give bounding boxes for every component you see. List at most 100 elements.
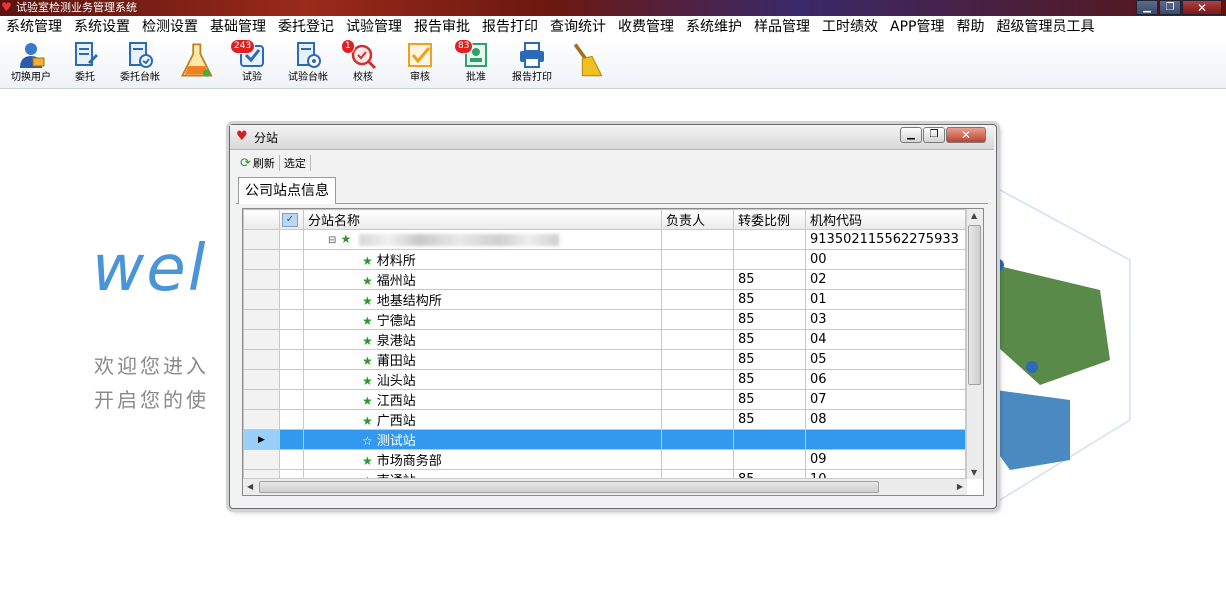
row-ratio bbox=[733, 249, 806, 270]
table-row-root[interactable]: ⊟ ★ 913502115562275933 bbox=[243, 229, 966, 250]
row-name: 泉港站 bbox=[376, 334, 416, 349]
scroll-left-icon[interactable]: ◀ bbox=[247, 482, 253, 491]
row-code: 08 bbox=[805, 409, 966, 430]
dialog-close-button[interactable]: ✕ bbox=[946, 127, 986, 143]
header-checkbox[interactable]: ✓ bbox=[279, 209, 304, 230]
review-button[interactable]: 审核 bbox=[400, 40, 440, 86]
table-row-selected[interactable]: ▶ ☆ 测试站 bbox=[243, 429, 966, 450]
close-button[interactable]: ✕ bbox=[1182, 0, 1222, 15]
menu-item-app-management[interactable]: APP管理 bbox=[884, 16, 950, 38]
switch-user-button[interactable]: 切换用户 bbox=[4, 40, 58, 86]
menu-item-report-approval[interactable]: 报告审批 bbox=[408, 16, 476, 38]
table-row[interactable]: ★ 福州站 85 02 bbox=[243, 269, 966, 290]
approve-label: 批准 bbox=[466, 72, 486, 83]
horizontal-scrollbar[interactable]: ◀ ▶ bbox=[243, 478, 967, 495]
menu-item-basic-management[interactable]: 基础管理 bbox=[204, 16, 272, 38]
row-person bbox=[661, 429, 734, 450]
menu-item-sample-management[interactable]: 样品管理 bbox=[748, 16, 816, 38]
test-ledger-label: 试验台帐 bbox=[288, 72, 328, 83]
menu-item-testing-settings[interactable]: 检测设置 bbox=[136, 16, 204, 38]
row-code: 07 bbox=[805, 389, 966, 410]
test-button[interactable]: 243 试验 bbox=[230, 39, 272, 86]
refresh-icon: ⟳ bbox=[240, 155, 251, 171]
collapse-icon[interactable]: ⊟ bbox=[328, 235, 336, 246]
refresh-button[interactable]: ⟳ 刷新 bbox=[236, 155, 280, 171]
proofread-button[interactable]: 1 校核 bbox=[341, 39, 382, 86]
row-name: 测试站 bbox=[376, 434, 416, 449]
vertical-scroll-thumb[interactable] bbox=[968, 225, 981, 385]
flask-icon bbox=[180, 43, 213, 77]
table-row[interactable]: ★ 江西站 85 07 bbox=[243, 389, 966, 410]
test-badge: 243 bbox=[230, 39, 256, 54]
row-name: 市场商务部 bbox=[376, 454, 442, 469]
minimize-button[interactable]: ▁ bbox=[1136, 0, 1158, 15]
menu-item-help[interactable]: 帮助 bbox=[950, 16, 990, 38]
menu-item-system-maintenance[interactable]: 系统维护 bbox=[680, 16, 748, 38]
window-controls: ▁ ❐ ✕ bbox=[1136, 0, 1222, 15]
document-edit-icon bbox=[75, 42, 98, 66]
row-name: 宁德站 bbox=[376, 314, 416, 329]
menu-item-commission-registration[interactable]: 委托登记 bbox=[272, 16, 340, 38]
row-person bbox=[661, 409, 734, 430]
column-header-ratio[interactable]: 转委比例 bbox=[733, 209, 806, 230]
menu-item-test-management[interactable]: 试验管理 bbox=[340, 16, 408, 38]
table-row[interactable]: ★ 宁德站 85 03 bbox=[243, 309, 966, 330]
menu-item-report-print[interactable]: 报告打印 bbox=[476, 16, 544, 38]
review-check-icon bbox=[408, 43, 432, 67]
commission-button[interactable]: 委托 bbox=[66, 40, 104, 86]
column-header-code[interactable]: 机构代码 bbox=[805, 209, 966, 230]
row-ratio: 85 bbox=[733, 369, 806, 390]
table-row[interactable]: ★ 泉港站 85 04 bbox=[243, 329, 966, 350]
row-person bbox=[661, 289, 734, 310]
row-ratio: 85 bbox=[733, 309, 806, 330]
star-icon: ★ bbox=[362, 274, 373, 288]
column-header-person[interactable]: 负责人 bbox=[661, 209, 734, 230]
heart-icon: ♥ bbox=[1, 0, 12, 14]
menu-item-query-statistics[interactable]: 查询统计 bbox=[544, 16, 612, 38]
row-pointer-icon: ▶ bbox=[243, 429, 280, 450]
scroll-right-icon[interactable]: ▶ bbox=[957, 482, 963, 491]
vertical-scrollbar[interactable]: ▲ ▼ bbox=[966, 209, 983, 479]
row-code: 03 bbox=[805, 309, 966, 330]
tab-company-sites[interactable]: 公司站点信息 bbox=[238, 177, 336, 204]
scroll-down-icon[interactable]: ▼ bbox=[971, 468, 977, 477]
row-code bbox=[805, 429, 966, 450]
row-name: 福州站 bbox=[376, 274, 416, 289]
dialog-titlebar: ♥ 分站 ▁ ❐ ✕ bbox=[230, 125, 994, 150]
maximize-button[interactable]: ❐ bbox=[1159, 0, 1181, 15]
row-person bbox=[661, 369, 734, 390]
menu-item-fee-management[interactable]: 收费管理 bbox=[612, 16, 680, 38]
menu-item-work-hours[interactable]: 工时绩效 bbox=[816, 16, 884, 38]
select-button[interactable]: 选定 bbox=[280, 155, 311, 171]
row-person bbox=[661, 449, 734, 470]
dialog-minimize-button[interactable]: ▁ bbox=[900, 127, 922, 143]
table-row[interactable]: ★ 广西站 85 08 bbox=[243, 409, 966, 430]
user-icon bbox=[20, 43, 45, 68]
table-row[interactable]: ★ 市场商务部 09 bbox=[243, 449, 966, 470]
column-header-name[interactable]: 分站名称 bbox=[303, 209, 662, 230]
horizontal-scroll-thumb[interactable] bbox=[259, 481, 879, 493]
table-row[interactable]: ★ 地基结构所 85 01 bbox=[243, 289, 966, 310]
menu-item-admin-tools[interactable]: 超级管理员工具 bbox=[990, 16, 1100, 38]
star-icon: ☆ bbox=[362, 434, 373, 448]
approve-button[interactable]: 83 批准 bbox=[454, 39, 496, 86]
menu-item-system-management[interactable]: 系统管理 bbox=[0, 16, 68, 38]
dialog-maximize-button[interactable]: ❐ bbox=[923, 127, 945, 143]
test-ledger-button[interactable]: 试验台帐 bbox=[284, 40, 332, 86]
table-row[interactable]: ★ 汕头站 85 06 bbox=[243, 369, 966, 390]
lab-flask-button[interactable] bbox=[178, 40, 218, 86]
clear-broom-button[interactable] bbox=[566, 40, 606, 86]
row-person bbox=[661, 249, 734, 270]
star-icon: ★ bbox=[362, 314, 373, 328]
scroll-up-icon[interactable]: ▲ bbox=[971, 211, 977, 220]
report-print-button[interactable]: 报告打印 bbox=[508, 40, 556, 86]
review-label: 审核 bbox=[410, 72, 430, 83]
row-code: 02 bbox=[805, 269, 966, 290]
menu-item-system-settings[interactable]: 系统设置 bbox=[68, 16, 136, 38]
test-ledger-icon bbox=[297, 42, 321, 68]
table-row[interactable]: ★ 莆田站 85 05 bbox=[243, 349, 966, 370]
row-person bbox=[661, 329, 734, 350]
table-row[interactable]: ★ 材料所 00 bbox=[243, 249, 966, 270]
commission-ledger-button[interactable]: 委托台帐 bbox=[114, 40, 166, 86]
substation-grid[interactable]: ✓ 分站名称 负责人 转委比例 机构代码 ⊟ ★ 913502115562275… bbox=[242, 208, 984, 496]
